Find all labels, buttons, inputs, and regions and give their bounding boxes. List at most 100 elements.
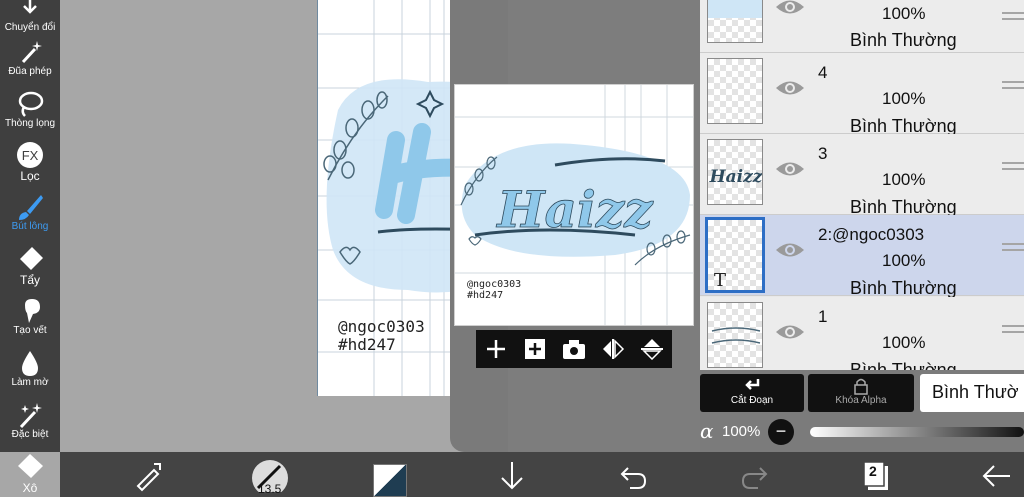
layer-blend-mode: Bình Thường <box>850 278 957 298</box>
tool-label: Tẩy <box>19 273 40 287</box>
add-icon[interactable] <box>482 335 510 363</box>
svg-text:FX: FX <box>22 148 39 163</box>
layer-count: 2 <box>869 463 877 479</box>
blend-mode-select[interactable]: Bình Thườ <box>920 374 1024 412</box>
drag-handle-icon[interactable] <box>1002 162 1024 176</box>
layer-thumbnail <box>707 302 763 368</box>
eye-icon[interactable] <box>774 321 806 343</box>
reference-toolbar <box>476 330 672 368</box>
clip-arrow-icon <box>745 379 760 390</box>
transform-pen-icon[interactable] <box>132 460 164 492</box>
layer-thumbnail <box>707 58 763 124</box>
tool-special[interactable]: Đặc biệt <box>0 401 60 441</box>
svg-text:T: T <box>714 270 726 290</box>
tool-label: Xô <box>22 481 38 495</box>
flip-vertical-icon[interactable] <box>638 335 666 363</box>
brush-size-value: 13.5 <box>258 482 282 496</box>
layer-row-selected[interactable]: T 2:@ngoc0303 100% Bình Thường <box>700 215 1024 298</box>
bottom-bar: 13.5 2 <box>60 452 1024 497</box>
svg-text:Haizz: Haizz <box>709 167 763 187</box>
layer-blend-mode: Bình Thường <box>850 360 957 370</box>
eye-icon[interactable] <box>774 158 806 180</box>
eye-icon[interactable] <box>774 77 806 99</box>
tool-filter[interactable]: FX Lọc <box>0 141 60 183</box>
opacity-slider[interactable] <box>810 427 1024 437</box>
tool-blur[interactable]: Làm mờ <box>0 349 60 389</box>
brush-icon <box>19 195 43 220</box>
lock-icon <box>854 378 868 395</box>
layer-name: 1 <box>818 307 828 326</box>
alpha-lock-button[interactable]: Khóa Alpha <box>808 374 914 412</box>
magic-wand-icon <box>21 41 42 64</box>
tool-smudge[interactable]: Tạo vết <box>0 297 60 337</box>
color-swatch[interactable] <box>373 464 407 497</box>
left-toolbar: Chuyển đổi Đũa phép Thòng lọng FX Lọc Bú… <box>0 0 60 495</box>
move-arrows-icon <box>23 0 37 14</box>
eraser-icon <box>20 247 43 270</box>
layer-name: 4 <box>818 63 828 82</box>
tool-label: Làm mờ <box>11 377 49 388</box>
eye-icon[interactable] <box>774 239 806 261</box>
canvas-area[interactable]: @ngoc0303 #hd247 Haizz @ngoc0303 #hd247 <box>60 0 760 452</box>
layer-opacity: 100% <box>882 251 926 270</box>
flip-horizontal-icon[interactable] <box>599 335 627 363</box>
layer-opacity: 100% <box>882 333 926 352</box>
back-arrow-icon[interactable] <box>980 460 1012 492</box>
smudge-icon <box>25 299 40 323</box>
layer-row[interactable]: 4 100% Bình Thường <box>700 53 1024 136</box>
reference-artwork: Haizz @ngoc0303 #hd247 <box>455 85 693 325</box>
brush-size-indicator[interactable]: 13.5 <box>250 460 290 496</box>
layers-button[interactable]: 2 <box>862 460 890 492</box>
opacity-decrease-button[interactable]: − <box>768 419 794 445</box>
eye-icon[interactable] <box>774 0 806 18</box>
drag-handle-icon[interactable] <box>1002 81 1024 95</box>
alpha-lock-label: Khóa Alpha <box>835 395 887 406</box>
lasso-icon <box>18 91 44 117</box>
tool-lasso[interactable]: Thòng lọng <box>0 90 60 130</box>
blur-drop-icon <box>22 351 38 376</box>
opacity-row: α 100% − <box>700 414 1024 450</box>
layer-row[interactable]: 1 100% Bình Thường <box>700 297 1024 370</box>
layer-row[interactable]: Haizz 3 100% Bình Thường <box>700 134 1024 217</box>
reference-window[interactable]: Haizz @ngoc0303 #hd247 <box>454 84 694 326</box>
sparkle-wand-icon <box>19 403 42 429</box>
layer-panel: 100% Bình Thường 4 100% Bình Thường Haiz… <box>700 0 1024 370</box>
layer-blend-mode: Bình Thường <box>850 30 957 50</box>
download-arrow-icon[interactable] <box>498 460 526 492</box>
tool-label: Chuyển đổi <box>4 22 56 33</box>
camera-icon[interactable] <box>560 335 588 363</box>
layer-opacity: 100% <box>882 89 926 108</box>
tool-label: Tạo vết <box>13 325 47 336</box>
layer-opacity: 100% <box>882 170 926 189</box>
opacity-value: 100% <box>722 423 761 440</box>
tool-magic-wand[interactable]: Đũa phép <box>0 38 60 78</box>
drag-handle-icon[interactable] <box>1002 12 1024 26</box>
alpha-symbol: α <box>700 419 714 443</box>
tool-label: Đặc biệt <box>11 429 49 440</box>
layer-thumbnail: T <box>705 217 765 293</box>
add-layer-icon[interactable] <box>521 335 549 363</box>
tool-label: Lọc <box>20 169 40 183</box>
layer-name: 3 <box>818 144 828 163</box>
layer-thumbnail <box>707 0 763 43</box>
tool-label: Thòng lọng <box>4 118 56 129</box>
drag-handle-icon[interactable] <box>1002 325 1024 339</box>
svg-text:@ngoc0303: @ngoc0303 <box>338 317 425 336</box>
svg-text:#hd247: #hd247 <box>467 290 503 301</box>
svg-text:@ngoc0303: @ngoc0303 <box>467 279 521 290</box>
tool-label: Bút lông <box>11 221 49 232</box>
drag-handle-icon[interactable] <box>1002 243 1024 257</box>
undo-icon[interactable] <box>618 460 648 492</box>
tool-label: Đũa phép <box>8 66 52 77</box>
layer-thumbnail: Haizz <box>707 139 763 205</box>
tool-brush[interactable]: Bút lông <box>0 193 60 233</box>
fx-icon: FX <box>17 142 43 168</box>
redo-icon[interactable] <box>740 460 770 492</box>
layer-name: 2:@ngoc0303 <box>818 225 925 244</box>
clipping-button[interactable]: Cắt Đoạn <box>700 374 804 412</box>
layer-row[interactable]: 100% Bình Thường <box>700 0 1024 53</box>
layer-opacity: 100% <box>882 4 926 23</box>
tool-eraser[interactable]: Tẩy <box>0 245 60 287</box>
tool-transform[interactable]: Chuyển đổi <box>0 0 60 34</box>
tool-fill[interactable]: Xô <box>0 453 60 495</box>
